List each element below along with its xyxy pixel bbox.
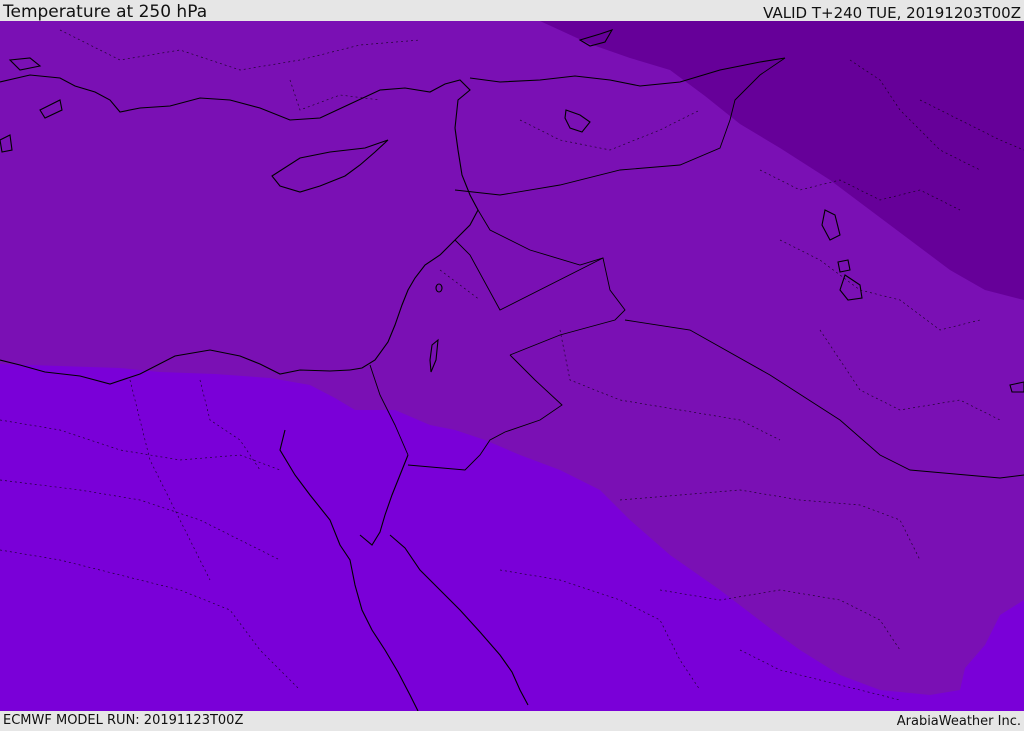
map-title: Temperature at 250 hPa [3, 2, 208, 22]
model-run-label: ECMWF MODEL RUN: 20191123T00Z [3, 713, 244, 728]
valid-time: VALID T+240 TUE, 20191203T00Z [763, 4, 1021, 22]
temperature-map[interactable] [0, 21, 1024, 711]
footer-bar: ECMWF MODEL RUN: 20191123T00Z ArabiaWeat… [0, 711, 1024, 729]
header-bar: Temperature at 250 hPa VALID T+240 TUE, … [0, 0, 1024, 21]
credit-label: ArabiaWeather Inc. [896, 714, 1021, 729]
